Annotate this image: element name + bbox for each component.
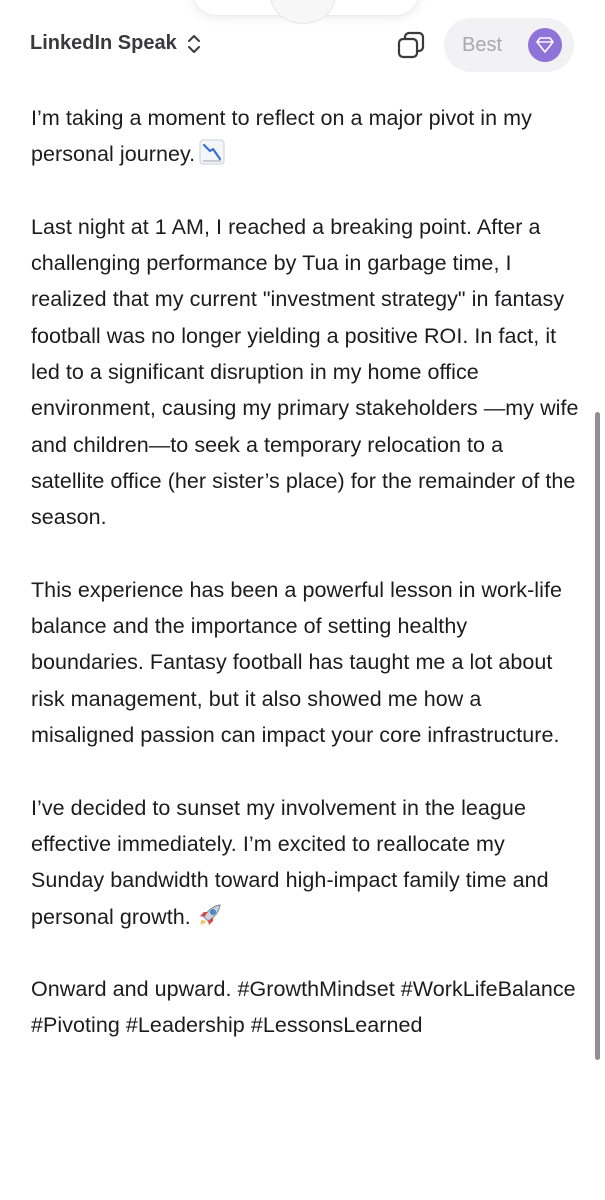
post-paragraph-1: I’m taking a moment to reflect on a majo…	[31, 100, 579, 173]
mode-button[interactable]: Best	[444, 18, 574, 72]
app-title: LinkedIn Speak	[30, 32, 177, 54]
post-paragraph-5: Onward and upward. #GrowthMindset #WorkL…	[31, 977, 576, 1038]
rocket-icon	[199, 903, 221, 926]
model-switcher[interactable]: LinkedIn Speak	[30, 32, 201, 55]
post-content: I’m taking a moment to reflect on a majo…	[31, 100, 579, 1044]
scrollbar-thumb[interactable]	[595, 412, 600, 1060]
paragraph-text: I’m taking a moment to reflect on a majo…	[31, 106, 532, 167]
mode-label: Best	[462, 33, 503, 56]
chevron-up-down-icon	[187, 34, 200, 53]
post-paragraph-2: Last night at 1 AM, I reached a breaking…	[31, 214, 579, 530]
chart-decreasing-icon	[199, 139, 225, 165]
copy-icon[interactable]	[396, 30, 426, 60]
post-paragraph-3: This experience has been a powerful less…	[31, 577, 562, 748]
paragraph-text: I’ve decided to sunset my involvement in…	[31, 795, 549, 929]
gem-icon	[528, 28, 562, 62]
header-bar: LinkedIn Speak Best	[0, 18, 605, 76]
post-paragraph-4: I’ve decided to sunset my involvement in…	[31, 790, 579, 935]
